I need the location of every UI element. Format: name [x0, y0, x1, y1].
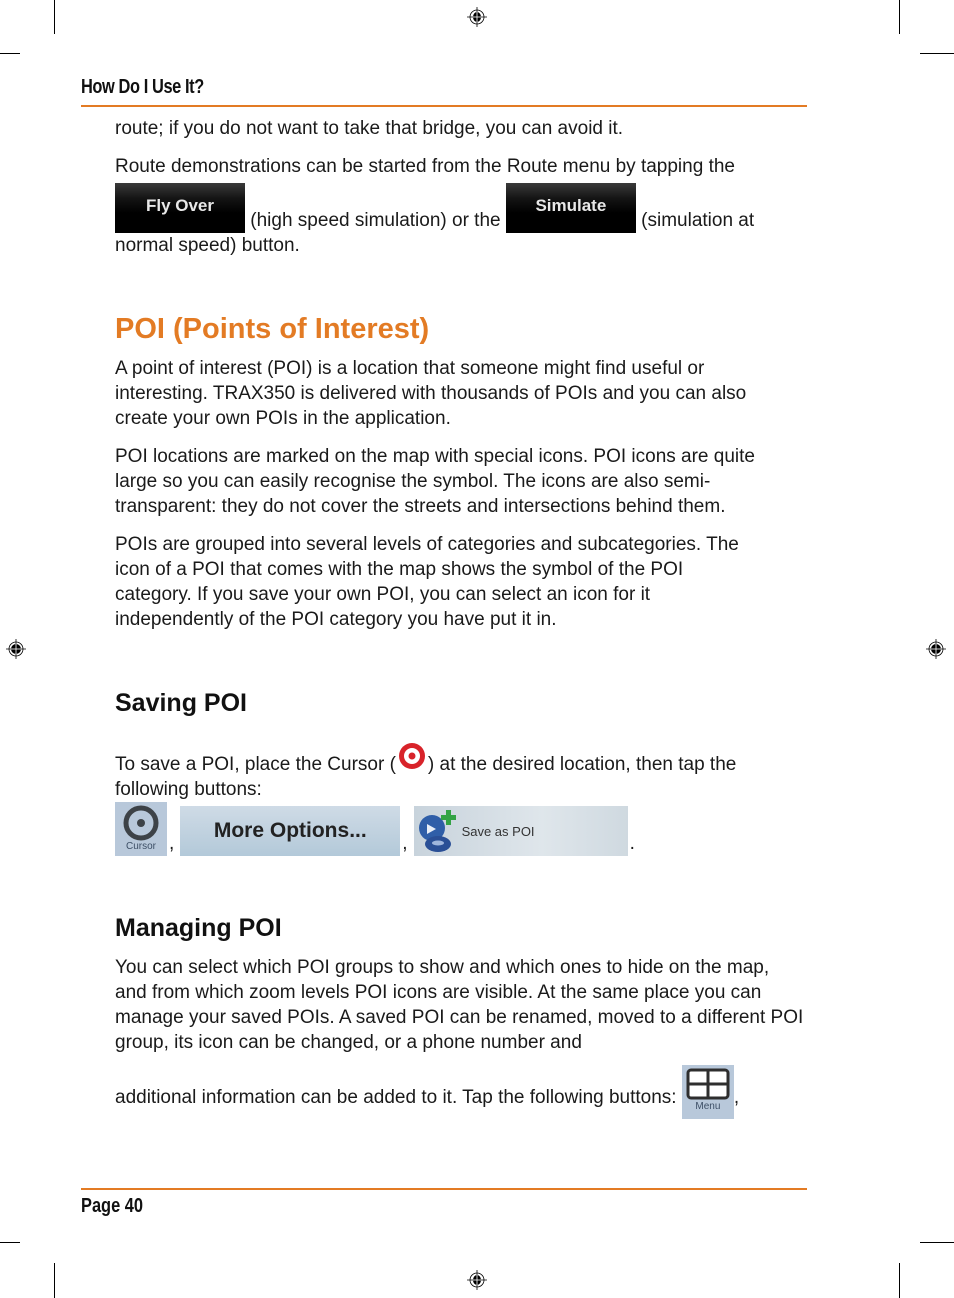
- crop-mark: [899, 0, 900, 34]
- registration-mark-icon: [926, 639, 946, 659]
- fly-over-button[interactable]: Fly Over: [115, 183, 245, 233]
- cursor-label: Cursor: [125, 841, 156, 852]
- crop-mark: [899, 1263, 900, 1298]
- page-content: route; if you do not want to take that b…: [115, 116, 815, 1119]
- simulate-label: Simulate: [535, 196, 607, 215]
- section-title-saving-poi: Saving POI: [115, 689, 247, 717]
- registration-mark-icon: [467, 7, 487, 27]
- header-rule: [81, 105, 807, 107]
- crop-mark: [0, 53, 20, 54]
- poi-paragraph-3: POIs are grouped into several levels of …: [115, 534, 739, 630]
- crop-mark: [920, 53, 954, 54]
- section-title-managing-poi: Managing POI: [115, 914, 282, 942]
- demo-text-3: (simulation at: [635, 210, 755, 231]
- intro-line: route; if you do not want to take that b…: [115, 118, 624, 139]
- registration-mark-icon: [467, 1270, 487, 1290]
- crop-mark: [54, 1263, 55, 1298]
- demo-text-2: (high speed simulation) or the: [245, 210, 506, 231]
- demo-text-4: normal speed) button.: [115, 235, 300, 256]
- poi-paragraph-1: A point of interest (POI) is a location …: [115, 358, 747, 429]
- separator-comma: ,: [733, 1087, 740, 1108]
- saving-buttons-row: Cursor , More Options... , Save as POI .: [115, 802, 815, 856]
- crop-mark: [54, 0, 55, 34]
- demo-text-1: Route demonstrations can be started from…: [115, 156, 735, 177]
- more-options-label: More Options...: [213, 819, 367, 842]
- separator-comma: ,: [169, 833, 175, 854]
- saving-poi-paragraph: To save a POI, place the Cursor ( ) at t…: [115, 740, 815, 802]
- demo-paragraph: Route demonstrations can be started from…: [115, 154, 815, 258]
- footer-rule: [81, 1188, 807, 1190]
- menu-label: Menu: [695, 1101, 721, 1112]
- save-as-poi-label: Save as POI: [461, 823, 535, 839]
- simulate-button[interactable]: Simulate: [505, 183, 636, 233]
- fly-over-label: Fly Over: [145, 196, 215, 215]
- cursor-target-icon: [398, 743, 425, 769]
- cursor-button[interactable]: Cursor: [115, 802, 167, 856]
- managing-poi-paragraph-2: additional information can be added to i…: [115, 1065, 815, 1119]
- section-title-poi: POI (Points of Interest): [115, 313, 430, 345]
- crop-mark: [920, 1242, 954, 1243]
- save-poi-icon: [418, 810, 456, 852]
- registration-mark-icon: [6, 639, 26, 659]
- poi-paragraph-2: POI locations are marked on the map with…: [115, 446, 755, 517]
- crop-mark: [0, 1242, 20, 1243]
- menu-button[interactable]: Menu: [681, 1065, 734, 1119]
- separator-period: .: [629, 833, 635, 854]
- saving-text-1: To save a POI, place the Cursor (: [115, 754, 396, 775]
- page-number: Page 40: [81, 1195, 143, 1217]
- save-as-poi-button[interactable]: Save as POI: [413, 806, 628, 856]
- more-options-button[interactable]: More Options...: [180, 806, 401, 856]
- menu-grid-icon: [686, 1068, 730, 1100]
- running-header-title: How Do I Use It?: [81, 76, 204, 98]
- managing-poi-paragraph-1: You can select which POI groups to show …: [115, 957, 804, 1053]
- separator-comma: ,: [402, 833, 408, 854]
- cursor-icon: [123, 805, 159, 841]
- managing-text-2: additional information can be added to i…: [115, 1087, 682, 1108]
